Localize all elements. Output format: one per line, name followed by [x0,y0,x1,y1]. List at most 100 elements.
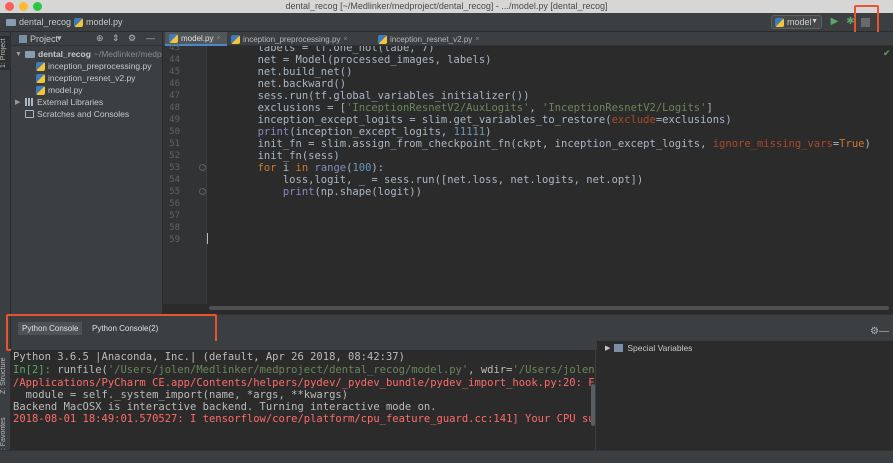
close-tab-icon[interactable]: × [216,35,220,42]
expanded-arrow-icon[interactable]: ▼ [15,51,22,58]
code-text: , [529,102,543,114]
line-number: 58 [169,223,180,233]
line-number: 57 [169,211,180,221]
code-line: init_fn = slim.assign_from_checkpoint_fn… [207,138,871,150]
scratches-icon [25,110,34,118]
breadcrumb-file[interactable]: model.py [74,17,123,27]
python-file-icon [74,17,83,27]
line-number: 51 [169,139,180,149]
console-prompt: In[2]: [13,364,58,376]
tree-item-label: dental_recog [38,49,91,59]
variables-icon [614,344,624,352]
code-line: print(np.shape(logit)) [207,186,422,198]
console-line: Backend MacOSX is interactive backend. T… [13,401,437,413]
console-string: '/Users/jolen/ [512,364,596,376]
console-line: Python 3.6.5 |Anaconda, Inc.| (default, … [13,351,405,363]
tree-item-label: External Libraries [37,97,104,107]
hide-panel-icon[interactable]: — [879,326,889,337]
line-number: 59 [169,235,180,245]
code-text: ) [485,126,492,138]
code-builtin: range [314,162,347,174]
code-line: net.build_net() [207,66,353,78]
line-number: 50 [169,127,180,137]
tab-label: inception_resnet_v2.py [390,34,473,44]
console-scrollbar-thumb[interactable] [591,384,595,426]
project-tool-tab[interactable]: 1: Project [0,36,11,70]
close-tab-icon[interactable]: × [475,36,479,43]
tree-item-label: inception_preprocessing.py [48,61,152,71]
code-string: 'InceptionResnetV2/AuxLogits' [346,102,530,114]
line-number: 54 [169,175,180,185]
code-line: for i in range(100): [207,162,384,174]
breadcrumb-project[interactable]: dental_recog [6,17,71,27]
code-line: inception_except_logits = slim.get_varia… [207,114,732,126]
tree-item-file[interactable]: model.py [11,84,163,96]
console-string: '/Users/jolen/Medlinker/medproject/denta… [107,364,469,376]
chevron-down-icon[interactable]: ▾ [57,33,62,44]
code-line: print(inception_except_logits, 11111) [207,126,492,138]
hide-panel-icon[interactable]: — [146,33,155,43]
code-editor[interactable]: labels = tf.one_hot(labe, 7) net = Model… [207,46,893,304]
status-bar [0,450,893,463]
locate-file-icon[interactable]: ⊕ [96,33,104,44]
run-configuration-select[interactable]: model ▼ [771,15,822,29]
scrollbar-thumb[interactable] [209,306,889,310]
code-text: i [276,162,296,174]
fold-marker-icon[interactable] [199,164,206,171]
code-keyword: in [295,162,309,174]
code-text: ): [371,162,385,174]
tree-item-path: ~/Medlinker/medp [93,49,162,59]
fold-marker-icon[interactable] [199,188,206,195]
collapsed-arrow-icon[interactable]: ▶ [605,344,610,352]
code-builtin: print [282,186,315,198]
tab-inception-resnet[interactable]: inception_resnet_v2.py × [374,32,492,46]
code-line: labels = tf.one_hot(labe, 7) [207,46,435,54]
structure-tool-tab[interactable]: Z: Structure [0,354,11,398]
console-text: runfile( [57,364,108,376]
line-number: 43 [169,43,180,53]
code-text: init_fn = slim.assign_from_checkpoint_fn… [207,138,713,150]
tree-item-file[interactable]: inception_preprocessing.py [11,60,163,72]
console-output[interactable]: Python 3.6.5 |Anaconda, Inc.| (default, … [11,350,596,450]
console-line: module = self._system_import(name, *args… [13,389,349,401]
project-view-selector[interactable]: Project [30,34,58,44]
line-number: 52 [169,151,180,161]
inspection-ok-icon[interactable]: ✔ [883,48,891,59]
window-title: dental_recog [~/Medlinker/medproject/den… [285,1,608,11]
collapse-all-icon[interactable]: ⇕ [112,33,120,44]
tree-item-scratches[interactable]: Scratches and Consoles [11,108,163,120]
tab-inception-preprocessing[interactable]: inception_preprocessing.py × [227,32,372,46]
code-string: 'InceptionResnetV2/Logits' [542,102,707,114]
tree-item-file[interactable]: inception_resnet_v2.py [11,72,163,84]
tree-item-label: Scratches and Consoles [37,109,130,119]
special-variables-node[interactable]: ▶ Special Variables [605,343,692,353]
tree-item-external-libraries[interactable]: ▶ External Libraries [11,96,163,108]
close-tab-icon[interactable]: × [343,36,347,43]
gear-icon[interactable]: ⚙ [128,33,136,44]
console-error-line[interactable]: /Applications/PyCharm CE.app/Contents/he… [13,377,595,389]
text-cursor [207,233,208,244]
python-file-icon [169,33,178,43]
python-icon [775,18,784,27]
gear-icon[interactable]: ⚙ [870,326,879,337]
code-line: sess.run(tf.global_variables_initializer… [207,90,530,102]
breadcrumb-project-label: dental_recog [19,17,72,27]
code-param: ignore_missing_vars [712,138,833,150]
line-number: 53 [169,163,180,173]
folder-icon [25,50,35,58]
collapsed-arrow-icon[interactable]: ▶ [15,98,22,106]
project-panel: Project ▾ ⊕ ⇕ ⚙ — ▼ dental_recog ~/Medli… [11,32,163,314]
python-file-icon [36,85,45,95]
line-number: 56 [169,199,180,209]
tree-item-root[interactable]: ▼ dental_recog ~/Medlinker/medp [11,48,163,60]
navigation-bar: dental_recog model.py model ▼ ▶ ✱ [0,13,893,32]
console-line: In[2]: runfile('/Users/jolen/Medlinker/m… [13,364,596,376]
code-keyword: True [839,138,865,150]
run-button[interactable]: ▶ [829,16,840,28]
variables-panel: ▶ Special Variables [597,341,893,451]
editor-horizontal-scrollbar[interactable] [207,304,893,314]
code-text: (np.shape(logit)) [314,186,422,198]
line-number: 49 [169,115,180,125]
